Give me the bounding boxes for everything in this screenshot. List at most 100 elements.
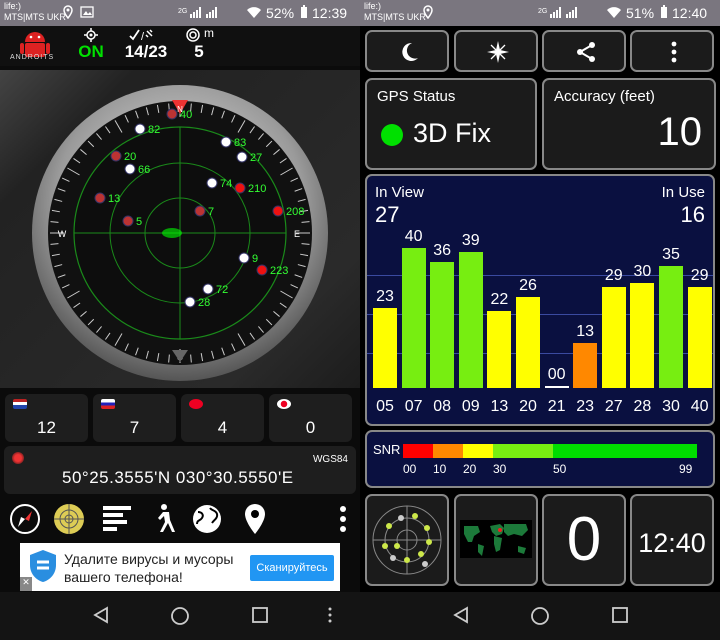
satellite-marker	[220, 136, 232, 148]
home-icon[interactable]	[170, 606, 190, 626]
accuracy-card: Accuracy (feet) 10	[542, 78, 716, 170]
satellite-id-label: 28	[198, 297, 210, 309]
usa-count-card: 12	[5, 394, 88, 442]
overflow-menu-icon[interactable]	[326, 502, 360, 536]
recents-icon[interactable]	[611, 606, 629, 624]
snr-tick-label: 10	[433, 462, 447, 476]
ad-scan-button[interactable]: Сканируйтесь	[250, 555, 334, 581]
bar-value-label: 23	[376, 287, 394, 305]
bar-value-label: 29	[690, 266, 709, 284]
home-icon[interactable]	[530, 606, 550, 626]
signal-bar	[487, 311, 512, 388]
coordinates-card: WGS84 50°25.3555'N 030°30.5550'E	[4, 446, 356, 494]
accuracy-unit: m	[204, 26, 214, 40]
status-clock: 12:40	[672, 5, 708, 21]
walking-tool-icon[interactable]	[146, 502, 180, 536]
share-button[interactable]	[542, 30, 626, 72]
mini-sky-icon	[372, 505, 442, 575]
sky-radar[interactable]: N W E S 40822083662713742107520892237228	[0, 70, 360, 388]
snr-legend: SNR 00 10 20 30 50 99	[365, 430, 715, 488]
china-count: 4	[217, 418, 228, 437]
signal-icon: 2G	[538, 7, 577, 18]
gps-state: ON	[78, 42, 104, 61]
satellite-id-label: 72	[216, 284, 228, 296]
compass-e: E	[294, 229, 300, 239]
back-icon[interactable]	[92, 606, 110, 624]
snr-segment	[493, 444, 553, 458]
nav-bar	[0, 592, 360, 640]
nav-bar-right	[360, 592, 720, 640]
signal-bar	[516, 297, 540, 388]
sky-view-tile[interactable]	[365, 494, 449, 586]
wifi-icon	[607, 7, 621, 18]
shield-icon	[30, 550, 56, 582]
bar-value-label: 26	[519, 277, 537, 294]
map-pin-tool-icon[interactable]	[238, 502, 272, 536]
satellite-id-label: 40	[180, 109, 192, 121]
battery-icon	[301, 5, 307, 18]
gps-status-card: GPS Status 3D Fix	[365, 78, 537, 170]
location-icon	[63, 5, 73, 19]
radar-panel[interactable]: N W E S 40822083662713742107520892237228	[0, 70, 360, 388]
menu-icon[interactable]	[327, 606, 333, 624]
satellite-marker	[94, 192, 106, 204]
signal-bars-tool-icon[interactable]	[100, 502, 134, 536]
accuracy-value: 5	[194, 42, 204, 61]
snr-segment	[403, 444, 433, 458]
compass-tool-icon[interactable]	[8, 502, 42, 536]
japan-flag-icon	[277, 399, 291, 409]
signal-icon: 2G	[178, 7, 217, 18]
battery-percent: 52%	[266, 5, 295, 21]
fix-indicator-icon	[381, 124, 403, 146]
share-icon	[577, 42, 595, 62]
russia-count-card: 7	[93, 394, 176, 442]
satellite-id-label: 5	[136, 216, 142, 228]
battery-icon	[661, 5, 667, 18]
satellite-signal-chart: In View 27 In Use 16 23 05 40 07 36 08 39 09 22 1…	[365, 174, 715, 426]
signal-bar	[659, 265, 683, 388]
wifi-icon	[247, 7, 261, 18]
left-screen: life:) MTS|MTS UKR 2G 52% 12:39 ON / 14/…	[0, 0, 360, 640]
snr-tick-label: 20	[463, 462, 477, 476]
datum-label: WGS84	[312, 454, 348, 465]
carrier-1: life:)	[364, 1, 382, 11]
snr-tick-label: 50	[553, 462, 567, 476]
compass-rose-icon	[487, 41, 509, 63]
signal-bar	[630, 283, 655, 388]
carrier-1: life:)	[4, 1, 22, 11]
satellite-marker	[238, 252, 250, 264]
svg-text:/: /	[141, 31, 145, 42]
counter-tile[interactable]: 0	[542, 494, 626, 586]
night-mode-button[interactable]	[365, 30, 449, 72]
radar-tool-icon[interactable]	[52, 502, 86, 536]
ad-text-line1: Удалите вирусы и мусоры	[64, 551, 234, 567]
ad-banner[interactable]: Удалите вирусы и мусоры вашего телефона!…	[20, 543, 340, 591]
recents-icon[interactable]	[251, 606, 269, 624]
more-button[interactable]	[630, 30, 714, 72]
snr-tick-label: 99	[679, 462, 693, 476]
satellite-marker	[166, 108, 178, 120]
satellites-count: 14/23	[124, 42, 168, 61]
clock-value: 12:40	[638, 528, 706, 558]
globe-tool-icon[interactable]	[190, 502, 224, 536]
world-map-tile[interactable]	[454, 494, 538, 586]
compass-tick	[190, 354, 192, 363]
in-use-label: In Use	[661, 184, 705, 201]
satellite-id-label: 223	[270, 265, 288, 277]
satellite-id-label: 27	[250, 152, 262, 164]
back-icon[interactable]	[452, 606, 470, 624]
world-map-icon	[460, 520, 532, 558]
carrier-2: MTS|MTS UKR	[364, 12, 426, 22]
satellite-id-label: 7	[208, 206, 214, 218]
china-count-card: 4	[181, 394, 264, 442]
svg-text:2G: 2G	[538, 8, 547, 15]
ad-close-button[interactable]: ✕	[20, 577, 32, 591]
globe-icon	[12, 452, 24, 464]
satellite-id-label: 82	[148, 124, 160, 136]
status-clock: 12:39	[312, 5, 348, 21]
in-use-value: 16	[680, 202, 705, 227]
clock-tile[interactable]: 12:40	[630, 494, 714, 586]
compass-tick	[50, 221, 59, 223]
compass-button[interactable]	[454, 30, 538, 72]
bar-value-label: 39	[461, 231, 480, 249]
